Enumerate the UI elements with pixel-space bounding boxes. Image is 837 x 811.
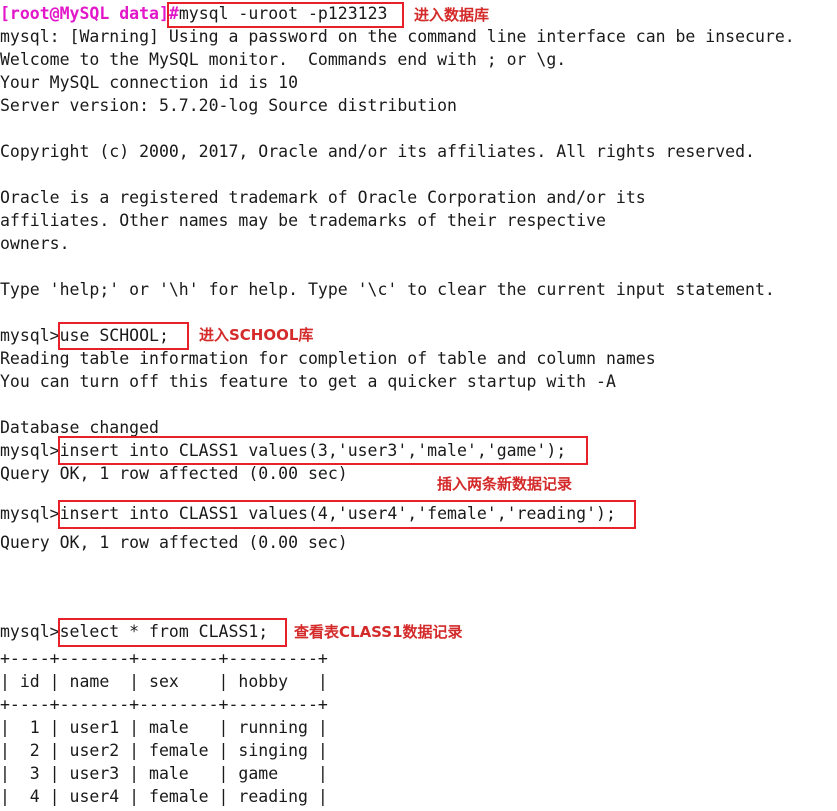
annotation-view-class1-records: 查看表CLASS1数据记录 <box>294 623 463 641</box>
mysql-prompt: mysql> <box>0 326 60 345</box>
output-reading-table-info-line: Reading table information for completion… <box>0 349 656 368</box>
shell-prompt: [root@MySQL data] <box>0 4 169 23</box>
output-turn-off-feature-line: You can turn off this feature to get a q… <box>0 372 616 391</box>
shell-command-line: [root@MySQL data]#mysql -uroot -p123123 <box>0 2 387 25</box>
table-row: | 4 | user4 | female | reading | <box>0 787 328 806</box>
mysql-prompt: mysql> <box>0 622 60 641</box>
output-database-changed-line: Database changed <box>0 418 159 437</box>
insert-user4-command: insert into CLASS1 values(4,'user4','fem… <box>59 504 616 523</box>
output-trademark-line-2: affiliates. Other names may be trademark… <box>0 211 606 230</box>
mysql-prompt: mysql> <box>0 504 60 523</box>
annotation-enter-school-db: 进入SCHOOL库 <box>199 326 314 344</box>
table-separator-top: +----+-------+--------+---------+ <box>0 649 328 668</box>
terminal-window[interactable]: [root@MySQL data]#mysql -uroot -p123123 … <box>0 0 837 811</box>
use-database-command-line: mysql>use SCHOOL; <box>0 324 169 347</box>
output-server-version-line: Server version: 5.7.20-log Source distri… <box>0 96 457 115</box>
output-query-ok-line-2: Query OK, 1 row affected (0.00 sec) <box>0 533 348 552</box>
mysql-prompt: mysql> <box>0 441 60 460</box>
shell-prompt-symbol: # <box>168 4 179 23</box>
select-all-command: select * from CLASS1; <box>59 622 269 641</box>
output-warning-line: mysql: [Warning] Using a password on the… <box>0 27 795 46</box>
insert-command-line-2: mysql>insert into CLASS1 values(4,'user4… <box>0 502 616 525</box>
output-help-hint-line: Type 'help;' or '\h' for help. Type '\c'… <box>0 280 775 299</box>
insert-user3-command: insert into CLASS1 values(3,'user3','mal… <box>59 441 567 460</box>
annotation-insert-two-records: 插入两条新数据记录 <box>437 475 573 493</box>
table-row: | 1 | user1 | male | running | <box>0 718 328 737</box>
mysql-login-command: mysql -uroot -p123123 <box>178 4 388 23</box>
output-trademark-line-1: Oracle is a registered trademark of Orac… <box>0 188 646 207</box>
table-header-row: | id | name | sex | hobby | <box>0 672 328 691</box>
output-trademark-line-3: owners. <box>0 234 70 253</box>
output-welcome-line: Welcome to the MySQL monitor. Commands e… <box>0 50 567 69</box>
output-connection-id-line: Your MySQL connection id is 10 <box>0 73 299 92</box>
use-school-command: use SCHOOL; <box>59 326 169 345</box>
annotation-enter-database: 进入数据库 <box>414 6 490 24</box>
table-row: | 3 | user3 | male | game | <box>0 764 328 783</box>
table-row: | 2 | user2 | female | singing | <box>0 741 328 760</box>
select-command-line: mysql>select * from CLASS1; <box>0 620 268 643</box>
output-copyright-line: Copyright (c) 2000, 2017, Oracle and/or … <box>0 142 755 161</box>
output-query-ok-line-1: Query OK, 1 row affected (0.00 sec) <box>0 464 348 483</box>
table-separator-middle: +----+-------+--------+---------+ <box>0 695 328 714</box>
insert-command-line-1: mysql>insert into CLASS1 values(3,'user3… <box>0 439 566 462</box>
